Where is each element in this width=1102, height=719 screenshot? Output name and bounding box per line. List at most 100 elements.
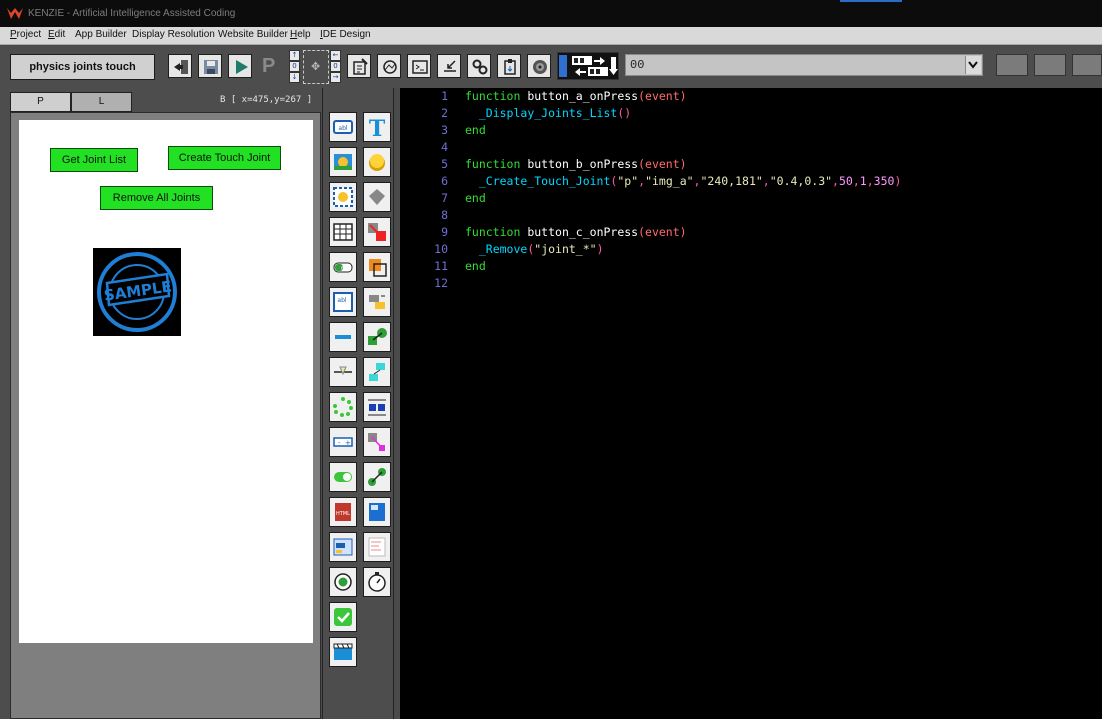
zero-icon[interactable]: 0: [289, 61, 300, 72]
image-widget-button[interactable]: [329, 147, 357, 177]
timer-widget-button[interactable]: [363, 567, 391, 597]
toolbar-extra-button-2[interactable]: [1034, 54, 1066, 76]
properties-button[interactable]: [347, 54, 371, 78]
svg-text:HTML: HTML: [336, 511, 350, 517]
exit-button[interactable]: [168, 54, 192, 78]
run-button[interactable]: [228, 54, 252, 78]
label-widget-button[interactable]: abl: [329, 112, 357, 142]
stepper-widget-icon: - +: [333, 437, 353, 447]
project-name-button[interactable]: physics joints touch: [10, 54, 155, 80]
zero-icon[interactable]: 0: [330, 61, 341, 72]
html-widget-button[interactable]: HTML: [329, 497, 357, 527]
settings-button[interactable]: [467, 54, 491, 78]
swap-controls[interactable]: [557, 52, 619, 80]
weld-joint-button[interactable]: [363, 462, 391, 492]
remove-all-joints-button[interactable]: Remove All Joints: [100, 186, 213, 210]
svg-text:T: T: [369, 116, 386, 138]
properties-icon: [353, 58, 368, 75]
move-handle[interactable]: ✥: [303, 50, 329, 84]
tree-widget-button[interactable]: [363, 357, 391, 387]
rope-joint-button[interactable]: [363, 427, 391, 457]
textbox-widget-button[interactable]: abl: [329, 287, 357, 317]
refresh-button[interactable]: [377, 54, 401, 78]
ide-window: KENZIE - Artificial Intelligence Assiste…: [0, 0, 1102, 719]
design-canvas[interactable]: Get Joint List Create Touch Joint Remove…: [19, 120, 313, 643]
kenzie-logo-icon: [7, 8, 23, 19]
radio-widget-button[interactable]: [329, 567, 357, 597]
combo-dropdown-button[interactable]: [965, 56, 981, 74]
image-widget-icon: [334, 154, 352, 170]
svg-text:abl: abl: [337, 297, 346, 304]
tab-l[interactable]: L: [71, 92, 132, 112]
widget-palette: abl T 6% abl - + HTML: [322, 88, 394, 719]
list-widget-button[interactable]: [363, 532, 391, 562]
menu-display-resolution[interactable]: Display Resolution: [132, 29, 215, 40]
textbox-widget-icon: abl: [333, 292, 353, 312]
button-widget-button[interactable]: [363, 147, 391, 177]
slider-widget-button[interactable]: [329, 322, 357, 352]
shape-widget-button[interactable]: [363, 182, 391, 212]
text-tool-button[interactable]: T: [363, 112, 391, 142]
menu-edit[interactable]: Edit: [48, 29, 65, 40]
save-button[interactable]: [198, 54, 222, 78]
preview-letter: P: [262, 55, 276, 77]
toggle-widget-icon: [334, 472, 352, 482]
sprite-widget-button[interactable]: [329, 182, 357, 212]
align-left-arrows[interactable]: ↑ 0 ↓: [289, 50, 300, 84]
code-line: 11 end: [434, 259, 486, 273]
form-widget-icon: [333, 538, 353, 556]
radio-widget-icon: [334, 573, 352, 591]
exit-icon: [174, 60, 188, 74]
toolbar: physics joints touch P ↑ 0 ↓ ✥ ← 0 → 00: [0, 46, 1102, 88]
form-widget-button[interactable]: [329, 532, 357, 562]
distance-joint-button[interactable]: [363, 392, 391, 422]
arrow-right-icon[interactable]: →: [330, 72, 341, 83]
checkbox-widget-button[interactable]: [329, 602, 357, 632]
code-line: 10 _Remove("joint_*"): [434, 242, 604, 256]
stepper-widget-button[interactable]: - +: [329, 427, 357, 457]
spinner-widget-button[interactable]: [329, 392, 357, 422]
pin-widget-button[interactable]: [329, 357, 357, 387]
toolbar-extra-button-1[interactable]: [996, 54, 1028, 76]
title-accent: [840, 0, 902, 2]
toggle-widget-button[interactable]: [329, 462, 357, 492]
clipboard-button[interactable]: [497, 54, 521, 78]
align-right-arrows[interactable]: ← 0 →: [330, 50, 341, 84]
import-button[interactable]: [437, 54, 461, 78]
align-widget-button[interactable]: [363, 287, 391, 317]
video-widget-button[interactable]: [329, 637, 357, 667]
code-line: 3 end: [441, 123, 486, 137]
terminal-button[interactable]: [407, 54, 431, 78]
remove-joint-button[interactable]: [363, 217, 391, 247]
canvas-frame: Get Joint List Create Touch Joint Remove…: [10, 112, 321, 719]
timer-widget-icon: [368, 572, 386, 592]
code-editor[interactable]: 1 function button_a_onPress(event) 2 _Dis…: [400, 88, 1102, 719]
get-joint-list-button[interactable]: Get Joint List: [50, 148, 138, 172]
menu-help[interactable]: Help: [290, 29, 311, 40]
video-widget-icon: [333, 643, 353, 660]
create-touch-joint-button[interactable]: Create Touch Joint: [168, 146, 281, 170]
designer-panel: P L B [ x=475,y=267 ] Get Joint List Cre…: [0, 88, 322, 719]
grid-widget-icon: [333, 223, 353, 241]
sound-button[interactable]: [527, 54, 551, 78]
layer-widget-button[interactable]: [363, 252, 391, 282]
arrow-down-icon[interactable]: ↓: [289, 72, 300, 83]
combo-value: 00: [630, 58, 645, 72]
checkbox-widget-icon: [334, 608, 352, 626]
sample-image[interactable]: SAMPLE: [93, 248, 181, 336]
joint-widget-button[interactable]: [363, 322, 391, 352]
tab-p[interactable]: P: [10, 92, 71, 112]
progress-widget-button[interactable]: 6%: [329, 252, 357, 282]
arrow-left-icon[interactable]: ←: [330, 50, 341, 61]
chevron-down-icon: [968, 61, 978, 69]
menu-project[interactable]: Project: [10, 29, 41, 40]
toolbar-extra-button-3[interactable]: [1072, 54, 1102, 76]
menu-ide-design[interactable]: IDE Design: [320, 29, 371, 40]
menu-website-builder[interactable]: Website Builder: [218, 29, 288, 40]
arrow-up-icon[interactable]: ↑: [289, 50, 300, 61]
value-combo[interactable]: 00: [625, 54, 983, 76]
map-widget-button[interactable]: [363, 497, 391, 527]
code-line: 1 function button_a_onPress(event): [441, 89, 687, 103]
menu-app-builder[interactable]: App Builder: [75, 29, 127, 40]
grid-widget-button[interactable]: [329, 217, 357, 247]
